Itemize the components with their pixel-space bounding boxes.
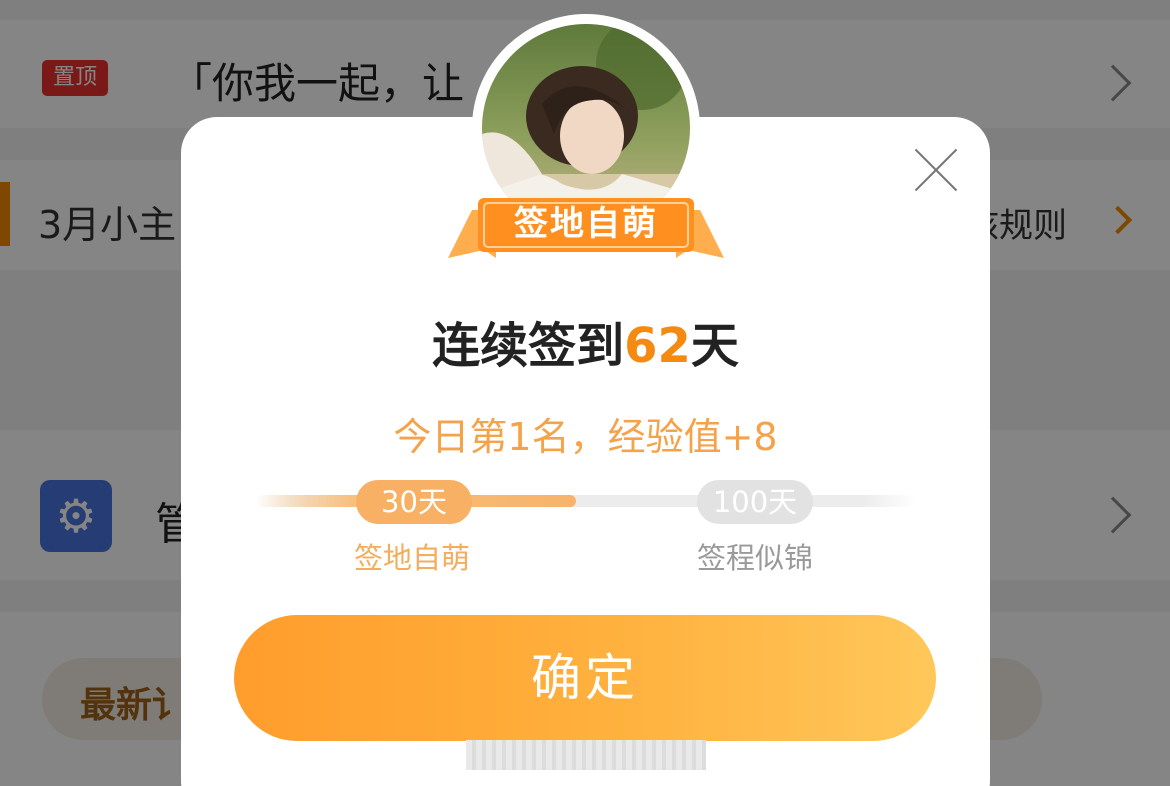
redacted-strip: [466, 740, 706, 770]
milestone-30-pill: 30天: [356, 480, 472, 524]
close-icon[interactable]: [914, 148, 958, 192]
milestone-100-pill: 100天: [697, 480, 813, 524]
rank-text: 今日第1名，经验值+8: [393, 415, 778, 459]
badge-title: 签地自萌: [514, 204, 658, 244]
confirm-button[interactable]: 确定: [234, 615, 936, 741]
streak-prefix: 连续签到: [432, 318, 625, 374]
streak-text: 连续签到62天: [181, 306, 990, 376]
streak-suffix: 天: [690, 318, 739, 374]
milestone-30-name: 签地自萌: [354, 541, 471, 575]
streak-days: 62: [624, 318, 691, 374]
milestone-100-name: 签程似锦: [697, 541, 814, 575]
